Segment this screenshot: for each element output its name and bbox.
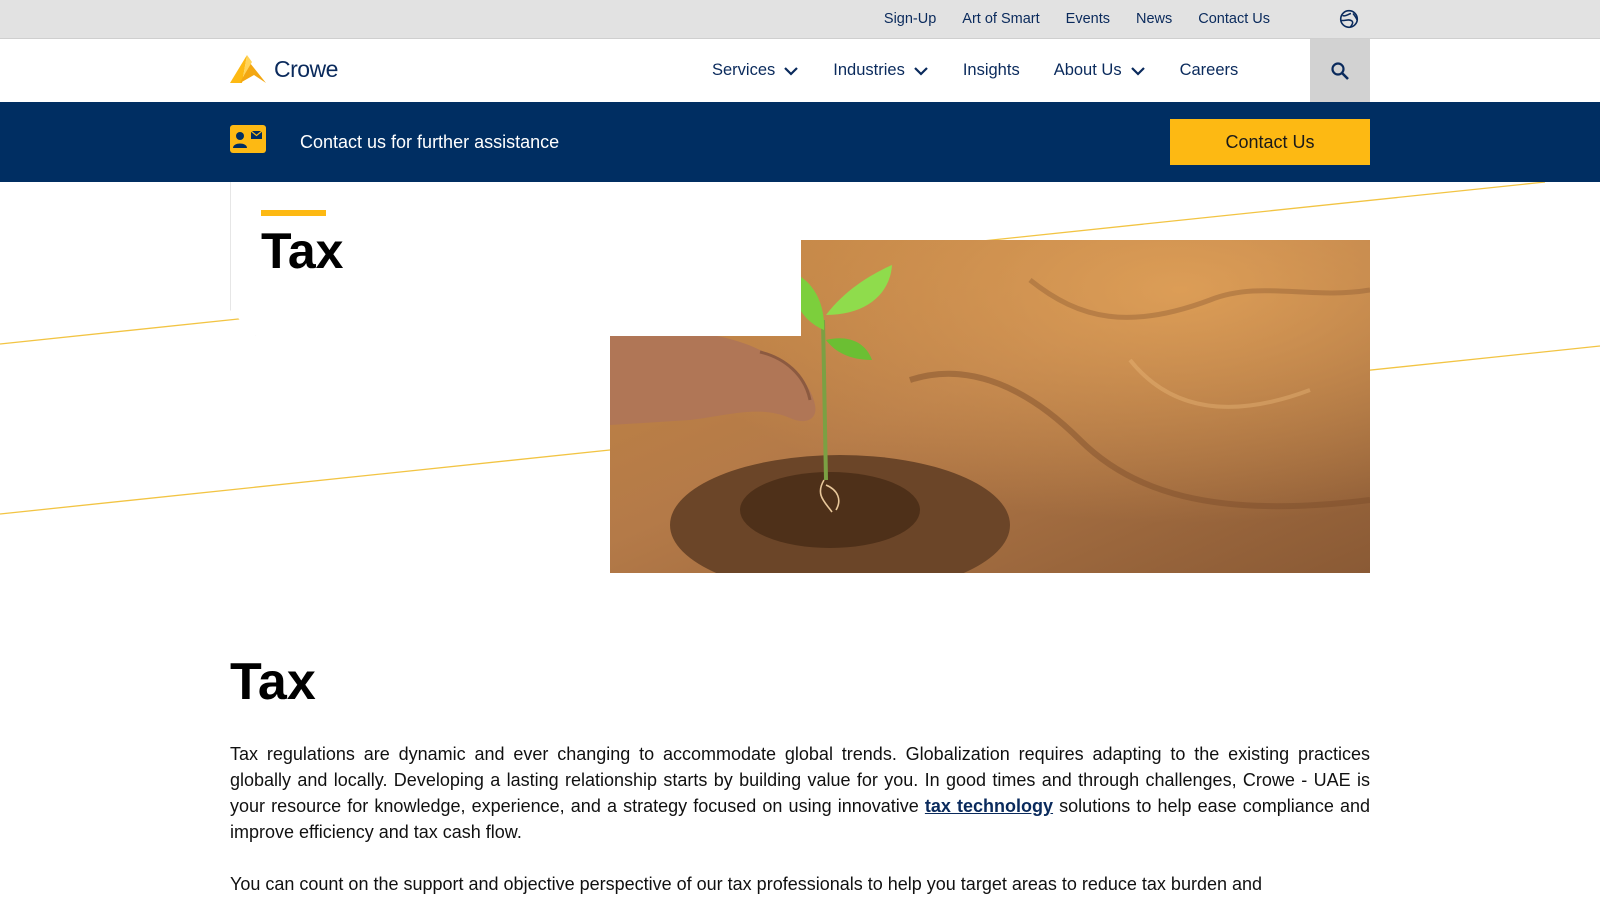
section-title: Tax xyxy=(230,653,316,711)
utility-bar: Sign-Up Art of Smart Events News Contact… xyxy=(0,0,1600,39)
nav-item-label: Careers xyxy=(1179,61,1239,79)
chevron-down-icon xyxy=(1130,66,1145,76)
nav-item-label: Industries xyxy=(833,61,905,79)
chevron-down-icon xyxy=(914,66,928,76)
tax-technology-link[interactable]: tax technology xyxy=(925,796,1053,816)
title-accent-bar xyxy=(261,210,326,216)
main-nav: Crowe Services Industries Insights About… xyxy=(0,39,1600,102)
nav-item-label: Services xyxy=(712,61,776,79)
utility-link-contact-us[interactable]: Contact Us xyxy=(1198,11,1270,27)
main-nav-items: Services Industries Insights About Us Ca… xyxy=(712,39,1238,102)
hero-title: Tax xyxy=(261,223,344,279)
hero-title-card: Tax xyxy=(230,182,801,336)
search-button[interactable] xyxy=(1310,39,1370,102)
utility-links: Sign-Up Art of Smart Events News Contact… xyxy=(884,0,1270,38)
globe-icon[interactable] xyxy=(1339,9,1359,29)
nav-item-about-us[interactable]: About Us xyxy=(1054,61,1146,80)
second-paragraph: You can count on the support and objecti… xyxy=(230,874,1263,894)
utility-link-events[interactable]: Events xyxy=(1066,11,1110,27)
crowe-logo[interactable]: Crowe xyxy=(230,53,338,85)
search-icon xyxy=(1331,61,1349,80)
utility-link-news[interactable]: News xyxy=(1136,11,1172,27)
contact-us-button[interactable]: Contact Us xyxy=(1170,119,1370,165)
utility-link-sign-up[interactable]: Sign-Up xyxy=(884,11,936,27)
nav-item-label: About Us xyxy=(1053,61,1122,79)
crowe-logo-mark xyxy=(230,55,266,83)
intro-paragraph: Tax regulations are dynamic and ever cha… xyxy=(230,741,1370,845)
nav-item-services[interactable]: Services xyxy=(712,61,799,80)
chevron-down-icon xyxy=(784,66,799,76)
banner-text: Contact us for further assistance xyxy=(300,132,560,152)
nav-item-industries[interactable]: Industries xyxy=(833,61,929,80)
nav-item-label: Insights xyxy=(962,61,1020,79)
contact-banner: Contact us for further assistance Contac… xyxy=(0,102,1600,182)
nav-item-insights[interactable]: Insights xyxy=(963,61,1020,80)
contact-card-icon xyxy=(230,125,266,153)
nav-item-careers[interactable]: Careers xyxy=(1180,61,1239,80)
utility-link-art-of-smart[interactable]: Art of Smart xyxy=(962,11,1039,27)
logo-text: Crowe xyxy=(274,55,338,82)
